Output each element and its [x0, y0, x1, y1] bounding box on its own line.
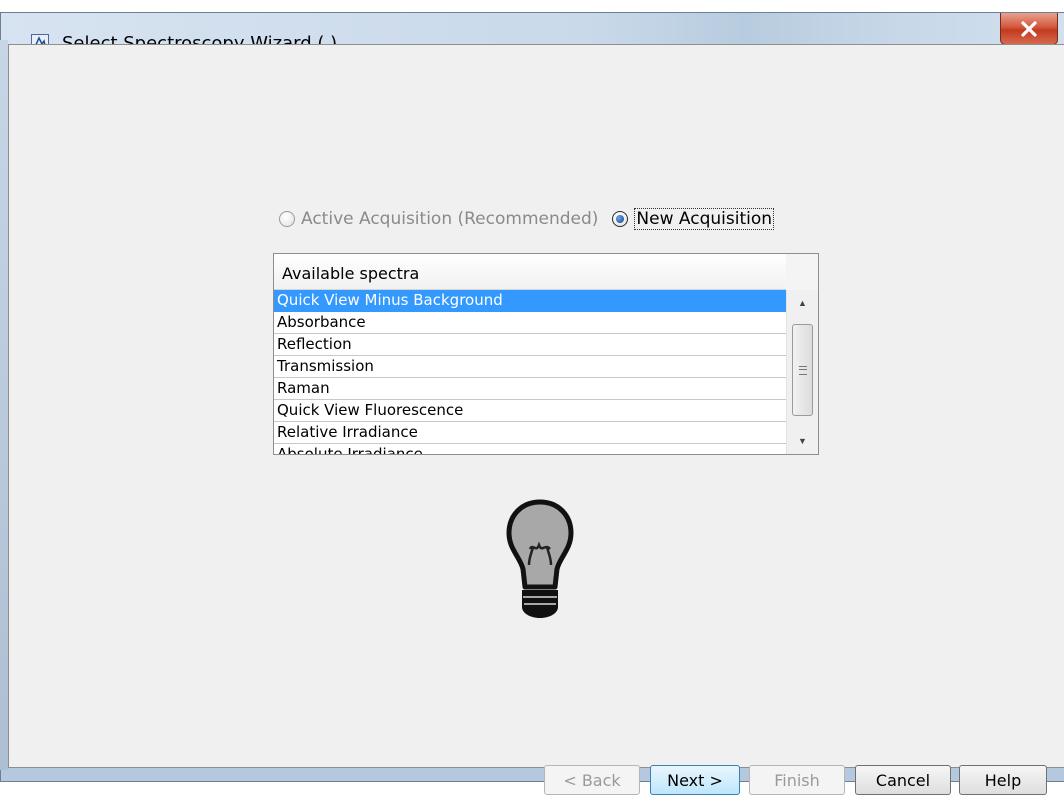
list-item[interactable]: Absorbance: [274, 312, 786, 334]
spectra-list-header: Available spectra: [274, 254, 786, 290]
back-button[interactable]: < Back: [544, 765, 640, 795]
arrow-down-icon: ▼: [798, 436, 807, 446]
list-item[interactable]: Absolute Irradiance: [274, 444, 786, 454]
cancel-button[interactable]: Cancel: [855, 765, 951, 795]
list-item[interactable]: Relative Irradiance: [274, 422, 786, 444]
lightbulb-icon: [505, 497, 575, 622]
spectra-list: Available spectra Quick View Minus Backg…: [273, 253, 819, 455]
grip-icon: [798, 365, 807, 375]
scroll-up-button[interactable]: ▲: [787, 290, 818, 316]
finish-button[interactable]: Finish: [749, 765, 845, 795]
list-item[interactable]: Quick View Fluorescence: [274, 400, 786, 422]
list-item[interactable]: Quick View Minus Background: [274, 290, 786, 312]
wizard-content: Active Acquisition (Recommended) New Acq…: [8, 44, 1064, 795]
close-button[interactable]: [1000, 13, 1058, 45]
close-icon: [1021, 20, 1037, 37]
list-item[interactable]: Reflection: [274, 334, 786, 356]
vertical-scrollbar[interactable]: ▲ ▼: [786, 290, 818, 454]
window-left-border: [0, 40, 8, 770]
list-item[interactable]: Raman: [274, 378, 786, 400]
active-acquisition-label: Active Acquisition (Recommended): [301, 209, 599, 229]
acquisition-options: Active Acquisition (Recommended) New Acq…: [279, 207, 775, 231]
new-acquisition-radio[interactable]: [612, 211, 629, 227]
spectra-rows: Quick View Minus Background Absorbance R…: [274, 290, 786, 454]
header-corner: [786, 254, 818, 290]
active-acquisition-radio[interactable]: [279, 211, 295, 227]
next-button[interactable]: Next >: [650, 765, 740, 795]
arrow-up-icon: ▲: [798, 298, 807, 308]
new-acquisition-label[interactable]: New Acquisition: [634, 208, 775, 230]
scroll-down-button[interactable]: ▼: [787, 428, 818, 454]
scroll-thumb[interactable]: [792, 324, 813, 416]
list-item[interactable]: Transmission: [274, 356, 786, 378]
help-button[interactable]: Help: [959, 765, 1047, 795]
